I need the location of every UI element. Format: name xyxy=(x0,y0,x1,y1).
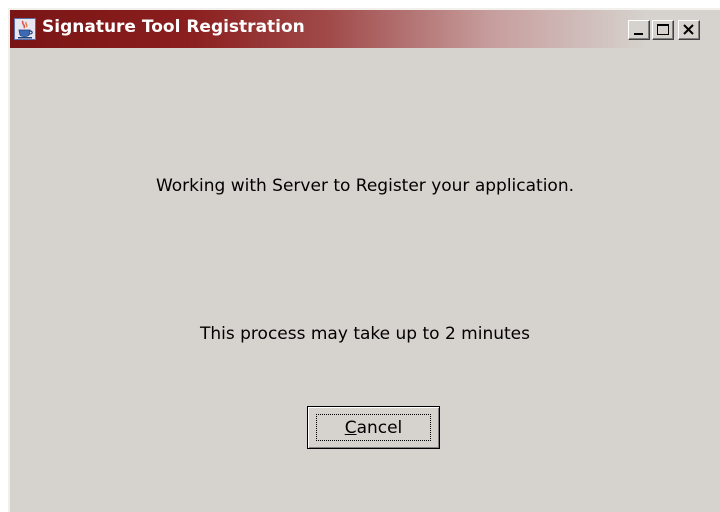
maximize-button[interactable] xyxy=(652,20,674,40)
registration-dialog: Signature Tool Registration Working with… xyxy=(8,8,720,512)
java-cup-icon[interactable] xyxy=(14,18,36,40)
server-status-message: Working with Server to Register your app… xyxy=(155,176,575,196)
cancel-label: ancel xyxy=(356,417,403,438)
close-button[interactable] xyxy=(678,20,700,40)
window-title: Signature Tool Registration xyxy=(42,17,305,37)
minimize-icon xyxy=(634,33,643,35)
title-bar[interactable]: Signature Tool Registration xyxy=(10,10,720,48)
cancel-button[interactable]: Cancel xyxy=(307,406,440,449)
duration-notice: This process may take up to 2 minutes xyxy=(200,324,530,344)
focus-ring: Cancel xyxy=(316,414,431,441)
close-icon xyxy=(683,24,694,35)
minimize-button[interactable] xyxy=(628,20,650,40)
cancel-mnemonic: C xyxy=(344,417,357,438)
maximize-icon xyxy=(657,24,669,35)
